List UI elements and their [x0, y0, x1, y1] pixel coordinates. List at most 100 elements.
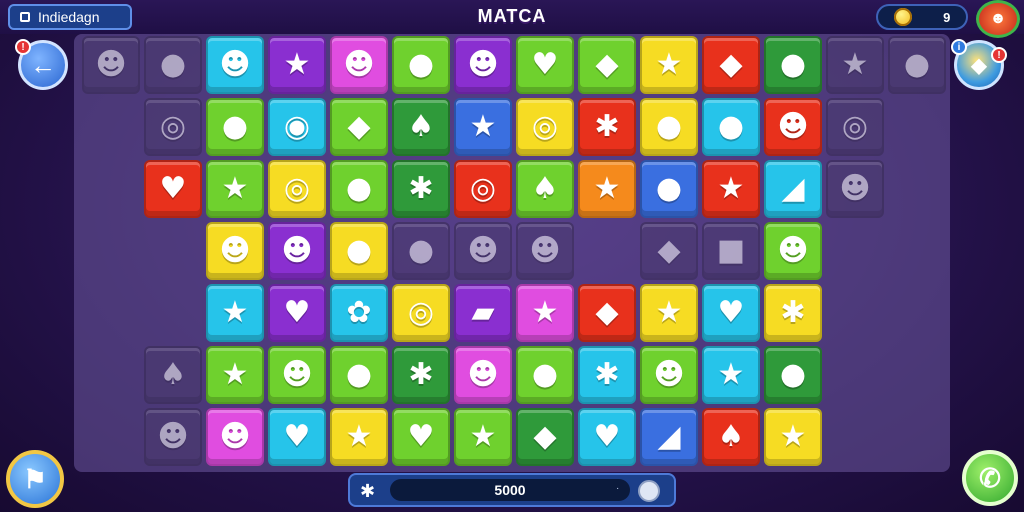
tile-r0-c8[interactable]: ◆ — [578, 36, 636, 94]
call-button[interactable]: ✆ — [962, 450, 1018, 506]
tile-r2-c3[interactable]: ◎ — [268, 160, 326, 218]
tile-r4-c7[interactable]: ★ — [516, 284, 574, 342]
heart-icon: ♥ — [407, 419, 435, 454]
tile-r4-c2[interactable]: ★ — [206, 284, 264, 342]
tile-r6-c7[interactable]: ◆ — [516, 408, 574, 466]
berry-icon: ● — [903, 47, 931, 82]
tile-r3-c3[interactable]: ☻ — [268, 222, 326, 280]
heart-icon: ♥ — [531, 47, 559, 82]
tile-r2-c10[interactable]: ★ — [702, 160, 760, 218]
tile-r4-c4[interactable]: ✿ — [330, 284, 388, 342]
heart-icon: ♥ — [159, 171, 187, 206]
tile-r1-c10[interactable]: ● — [702, 98, 760, 156]
tile-r6-c5[interactable]: ♥ — [392, 408, 450, 466]
tile-r0-c13[interactable]: ● — [888, 36, 946, 94]
tile-r5-c6[interactable]: ☻ — [454, 346, 512, 404]
profile-button[interactable]: ☻ — [976, 0, 1020, 38]
tile-r0-c12[interactable]: ★ — [826, 36, 884, 94]
tile-r1-c12[interactable]: ◎ — [826, 98, 884, 156]
shop-button[interactable]: ◆ i ! — [951, 39, 1007, 90]
tile-r3-c4[interactable]: ● — [330, 222, 388, 280]
arrow-left-icon: ← — [30, 49, 56, 80]
tile-r0-c6[interactable]: ☻ — [454, 36, 512, 94]
tile-r5-c10[interactable]: ★ — [702, 346, 760, 404]
tile-r6-c6[interactable]: ★ — [454, 408, 512, 466]
tile-r6-c4[interactable]: ★ — [330, 408, 388, 466]
tile-r1-c1[interactable]: ◎ — [144, 98, 202, 156]
tile-r4-c9[interactable]: ★ — [640, 284, 698, 342]
splat-icon: ✱ — [360, 481, 376, 501]
tile-r3-c2[interactable]: ☻ — [206, 222, 264, 280]
tile-r0-c11[interactable]: ● — [764, 36, 822, 94]
tile-r1-c2[interactable]: ● — [206, 98, 264, 156]
orb-icon: ● — [159, 47, 187, 82]
tile-r5-c7[interactable]: ● — [516, 346, 574, 404]
tile-r0-c0[interactable]: ☻ — [82, 36, 140, 94]
tile-r5-c9[interactable]: ☻ — [640, 346, 698, 404]
settings-knob-icon[interactable] — [638, 480, 660, 502]
tile-r5-c2[interactable]: ★ — [206, 346, 264, 404]
tile-r4-c8[interactable]: ◆ — [578, 284, 636, 342]
tile-r0-c4[interactable]: ☻ — [330, 36, 388, 94]
phone-icon: ✆ — [979, 462, 1001, 493]
tile-r3-c10[interactable]: ■ — [702, 222, 760, 280]
tile-r4-c3[interactable]: ♥ — [268, 284, 326, 342]
tile-r1-c4[interactable]: ◆ — [330, 98, 388, 156]
coin-count: 9 — [943, 9, 951, 25]
tile-r2-c1[interactable]: ♥ — [144, 160, 202, 218]
tile-r2-c4[interactable]: ● — [330, 160, 388, 218]
tile-r6-c8[interactable]: ♥ — [578, 408, 636, 466]
booster-button[interactable]: ⚑ — [6, 450, 64, 508]
tile-r0-c2[interactable]: ☻ — [206, 36, 264, 94]
tile-r5-c4[interactable]: ● — [330, 346, 388, 404]
swirl-icon: ◎ — [283, 171, 311, 206]
back-button[interactable]: ← ! — [15, 39, 68, 90]
tile-r0-c10[interactable]: ◆ — [702, 36, 760, 94]
coin-counter[interactable]: 9 — [876, 4, 968, 30]
tile-r5-c11[interactable]: ● — [764, 346, 822, 404]
tile-r6-c9[interactable]: ◢ — [640, 408, 698, 466]
cheese-icon: ◢ — [657, 419, 681, 454]
tile-r2-c11[interactable]: ◢ — [764, 160, 822, 218]
tile-r2-c8[interactable]: ★ — [578, 160, 636, 218]
tile-r5-c8[interactable]: ✱ — [578, 346, 636, 404]
tile-r4-c10[interactable]: ♥ — [702, 284, 760, 342]
tile-r3-c11[interactable]: ☻ — [764, 222, 822, 280]
tile-r1-c8[interactable]: ✱ — [578, 98, 636, 156]
tile-r2-c2[interactable]: ★ — [206, 160, 264, 218]
face-icon: ☻ — [219, 47, 251, 82]
tile-r1-c3[interactable]: ◉ — [268, 98, 326, 156]
tile-r0-c5[interactable]: ● — [392, 36, 450, 94]
tile-r6-c2[interactable]: ☻ — [206, 408, 264, 466]
tile-r3-c5[interactable]: ● — [392, 222, 450, 280]
splat-icon: ✱ — [594, 109, 620, 144]
tile-r5-c3[interactable]: ☻ — [268, 346, 326, 404]
tile-r4-c5[interactable]: ◎ — [392, 284, 450, 342]
tile-r1-c7[interactable]: ◎ — [516, 98, 574, 156]
tile-r2-c5[interactable]: ✱ — [392, 160, 450, 218]
tile-r1-c5[interactable]: ♠ — [392, 98, 450, 156]
tile-r2-c6[interactable]: ◎ — [454, 160, 512, 218]
tile-r5-c5[interactable]: ✱ — [392, 346, 450, 404]
tile-r2-c12[interactable]: ☻ — [826, 160, 884, 218]
tile-r3-c6[interactable]: ☻ — [454, 222, 512, 280]
tile-r2-c7[interactable]: ♠ — [516, 160, 574, 218]
tile-r3-c7[interactable]: ☻ — [516, 222, 574, 280]
face-icon: ☻ — [529, 233, 561, 268]
tile-r3-c9[interactable]: ◆ — [640, 222, 698, 280]
tile-r1-c6[interactable]: ★ — [454, 98, 512, 156]
tile-r1-c9[interactable]: ● — [640, 98, 698, 156]
tile-r2-c9[interactable]: ● — [640, 160, 698, 218]
tile-r5-c1[interactable]: ♠ — [144, 346, 202, 404]
tile-r0-c9[interactable]: ★ — [640, 36, 698, 94]
tile-r0-c3[interactable]: ★ — [268, 36, 326, 94]
tile-r0-c7[interactable]: ♥ — [516, 36, 574, 94]
tile-r6-c10[interactable]: ♠ — [702, 408, 760, 466]
tile-r4-c11[interactable]: ✱ — [764, 284, 822, 342]
tile-r0-c1[interactable]: ● — [144, 36, 202, 94]
tile-r6-c3[interactable]: ♥ — [268, 408, 326, 466]
tile-r4-c6[interactable]: ▰ — [454, 284, 512, 342]
tile-r6-c1[interactable]: ☻ — [144, 408, 202, 466]
tile-r1-c11[interactable]: ☻ — [764, 98, 822, 156]
tile-r6-c11[interactable]: ★ — [764, 408, 822, 466]
